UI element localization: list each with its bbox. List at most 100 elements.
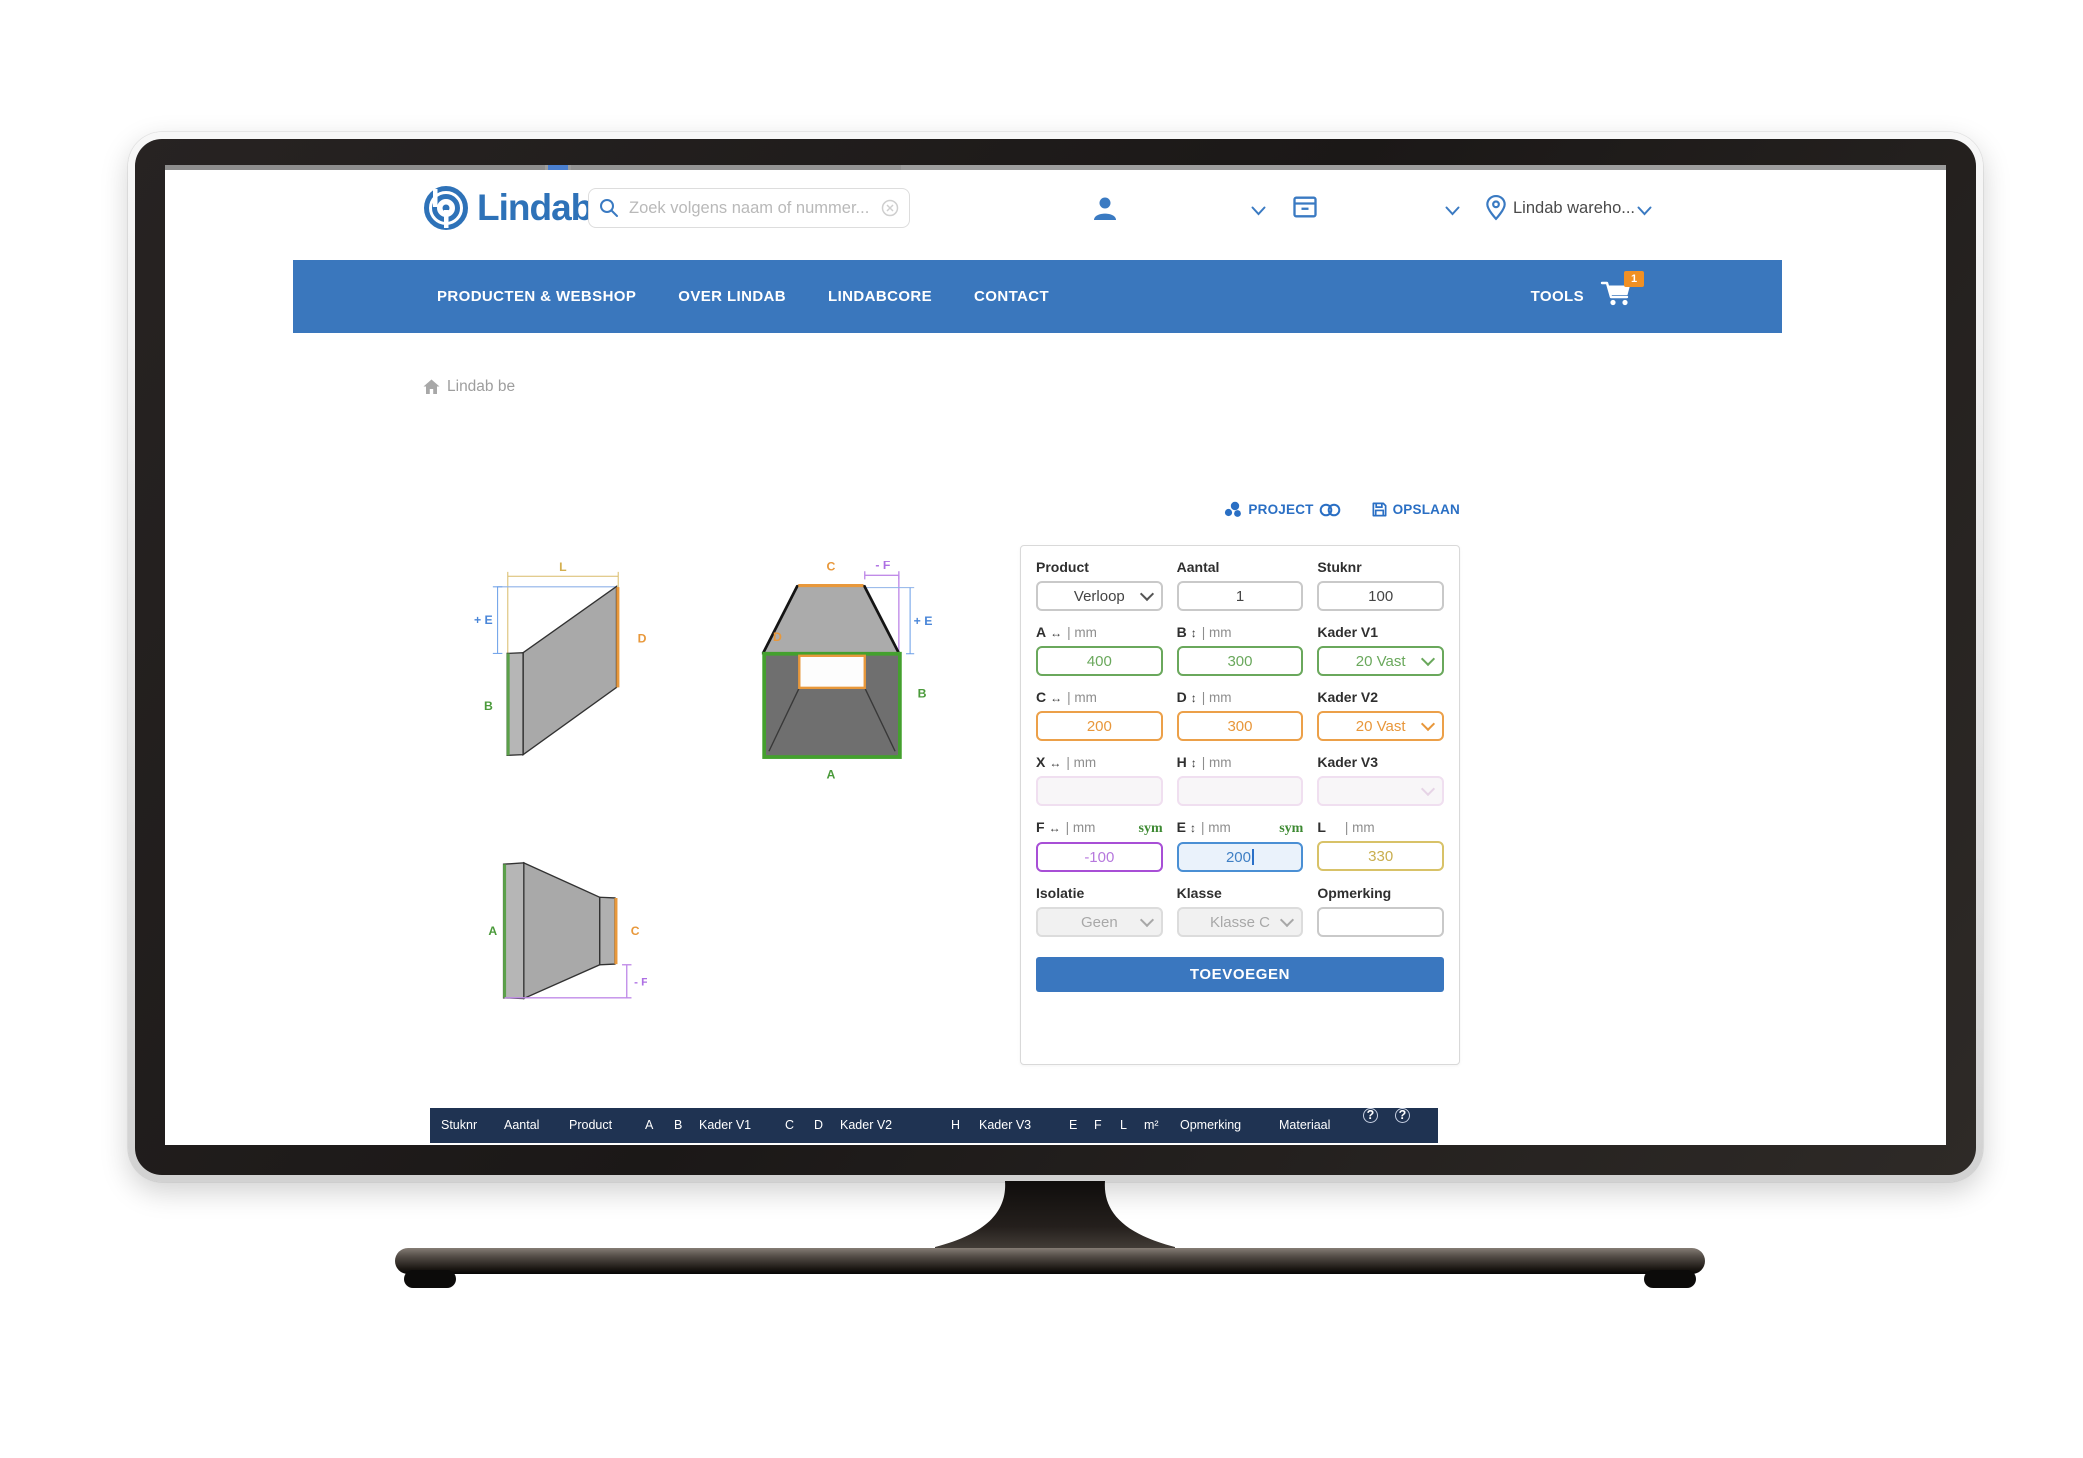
e-input[interactable]: 200	[1177, 842, 1304, 872]
location-pin-icon[interactable]	[1483, 193, 1509, 223]
b-input[interactable]: 300	[1177, 646, 1304, 676]
col-a[interactable]: A	[645, 1108, 653, 1143]
col-opmerking[interactable]: Opmerking	[1180, 1108, 1241, 1143]
chevron-down-icon	[1140, 913, 1154, 927]
top-view-diagram: A C - F	[485, 860, 647, 1000]
col-stuknr[interactable]: Stuknr	[441, 1108, 477, 1143]
chevron-down-icon[interactable]	[1445, 206, 1460, 216]
monitor-frame: Lindab	[128, 132, 1983, 1182]
l-input[interactable]: 330	[1317, 841, 1444, 871]
search-icon	[599, 198, 619, 218]
svg-text:B: B	[484, 699, 493, 713]
sym-flag: sym	[1279, 821, 1303, 837]
svg-text:+ E: + E	[474, 613, 493, 627]
results-table-header: Stuknr Aantal Product A B Kader V1 C D K…	[430, 1108, 1438, 1143]
product-config-panel: Product Verloop Aantal 1 Stuknr 100	[1020, 545, 1460, 1065]
col-h[interactable]: H	[951, 1108, 960, 1143]
page: { "header": { "logo_text": "Lindab", "se…	[0, 0, 2083, 1458]
col-m2[interactable]: m²	[1144, 1108, 1159, 1143]
field-c: C↔| mm 200	[1036, 689, 1163, 741]
col-l[interactable]: L	[1120, 1108, 1127, 1143]
kader-v3-select	[1317, 776, 1444, 806]
nav-contact[interactable]: CONTACT	[974, 288, 1049, 305]
archive-box-icon[interactable]	[1291, 193, 1319, 221]
logo-text: Lindab	[477, 187, 592, 229]
stuknr-input[interactable]: 100	[1317, 581, 1444, 611]
svg-text:A: A	[488, 924, 497, 938]
monitor-foot	[1644, 1270, 1696, 1288]
help-icon[interactable]: ?	[1363, 1108, 1378, 1123]
kader-v2-select[interactable]: 20 Vast	[1317, 711, 1444, 741]
search-input[interactable]	[627, 198, 873, 219]
col-aantal[interactable]: Aantal	[504, 1108, 539, 1143]
user-icon[interactable]	[1093, 196, 1117, 222]
field-opmerking: Opmerking	[1317, 885, 1444, 937]
nav-producten-webshop[interactable]: PRODUCTEN & WEBSHOP	[437, 288, 636, 305]
svg-text:A: A	[827, 768, 836, 782]
svg-text:B: B	[918, 686, 927, 700]
aantal-label: Aantal	[1177, 559, 1220, 575]
field-isolatie: Isolatie Geen	[1036, 885, 1163, 937]
product-select[interactable]: Verloop	[1036, 581, 1163, 611]
chevron-down-icon	[1421, 717, 1435, 731]
search-box[interactable]	[588, 188, 910, 228]
chevron-down-icon	[1140, 587, 1154, 601]
a-input[interactable]: 400	[1036, 646, 1163, 676]
lindab-logo-icon	[423, 185, 469, 231]
chevron-down-icon[interactable]	[1251, 206, 1266, 216]
svg-text:+ E: + E	[914, 614, 932, 628]
main-nav: PRODUCTEN & WEBSHOP OVER LINDAB LINDABCO…	[293, 260, 1782, 333]
col-f[interactable]: F	[1094, 1108, 1102, 1143]
field-f: F↔| mmsym -100	[1036, 819, 1163, 872]
monitor-foot	[404, 1270, 456, 1288]
svg-text:D: D	[773, 630, 782, 644]
field-klasse: Klasse Klasse C	[1177, 885, 1304, 937]
nav-tools[interactable]: TOOLS	[1531, 288, 1584, 305]
text-caret	[1252, 849, 1254, 865]
col-product[interactable]: Product	[569, 1108, 612, 1143]
breadcrumb-label[interactable]: Lindab be	[447, 378, 515, 396]
toevoegen-button[interactable]: TOEVOEGEN	[1036, 957, 1444, 992]
save-icon	[1371, 501, 1388, 518]
col-b[interactable]: B	[674, 1108, 682, 1143]
f-input[interactable]: -100	[1036, 842, 1163, 872]
cart-button[interactable]: 1	[1600, 280, 1634, 313]
svg-text:D: D	[638, 632, 647, 646]
col-d[interactable]: D	[814, 1108, 823, 1143]
svg-text:C: C	[827, 561, 836, 574]
col-c[interactable]: C	[785, 1108, 794, 1143]
field-b: B↕| mm 300	[1177, 624, 1304, 676]
monitor-bezel: Lindab	[135, 139, 1976, 1175]
lindab-logo[interactable]: Lindab	[423, 185, 592, 231]
save-link[interactable]: OPSLAAN	[1371, 501, 1460, 518]
chevron-down-icon[interactable]	[1637, 206, 1652, 216]
chevron-down-icon	[1421, 652, 1435, 666]
clear-search-icon[interactable]	[881, 199, 899, 217]
col-kader-v2[interactable]: Kader V2	[840, 1108, 892, 1143]
d-input[interactable]: 300	[1177, 711, 1304, 741]
opmerking-input[interactable]	[1317, 907, 1444, 937]
warehouse-selector[interactable]: Lindab wareho...	[1513, 199, 1635, 218]
svg-text:L: L	[559, 561, 567, 574]
col-kader-v1[interactable]: Kader V1	[699, 1108, 751, 1143]
help-icon[interactable]: ?	[1395, 1108, 1410, 1123]
field-stuknr: Stuknr 100	[1317, 559, 1444, 611]
nav-lindabcore[interactable]: LINDABCORE	[828, 288, 932, 305]
link-toggle-icon	[1319, 503, 1341, 517]
aantal-input[interactable]: 1	[1177, 581, 1304, 611]
kader-v1-select[interactable]: 20 Vast	[1317, 646, 1444, 676]
col-materiaal[interactable]: Materiaal	[1279, 1108, 1330, 1143]
svg-text:- F: - F	[875, 561, 890, 572]
product-label: Product	[1036, 559, 1089, 575]
field-d: D↕| mm 300	[1177, 689, 1304, 741]
project-link[interactable]: PROJECT	[1223, 501, 1340, 518]
home-icon[interactable]	[423, 379, 440, 395]
col-e[interactable]: E	[1069, 1108, 1077, 1143]
col-kader-v3[interactable]: Kader V3	[979, 1108, 1031, 1143]
c-input[interactable]: 200	[1036, 711, 1163, 741]
klasse-select: Klasse C	[1177, 907, 1304, 937]
field-x: X↔| mm	[1036, 754, 1163, 806]
screen: Lindab	[165, 165, 1946, 1145]
breadcrumb: Lindab be	[423, 378, 515, 396]
nav-over-lindab[interactable]: OVER LINDAB	[678, 288, 786, 305]
